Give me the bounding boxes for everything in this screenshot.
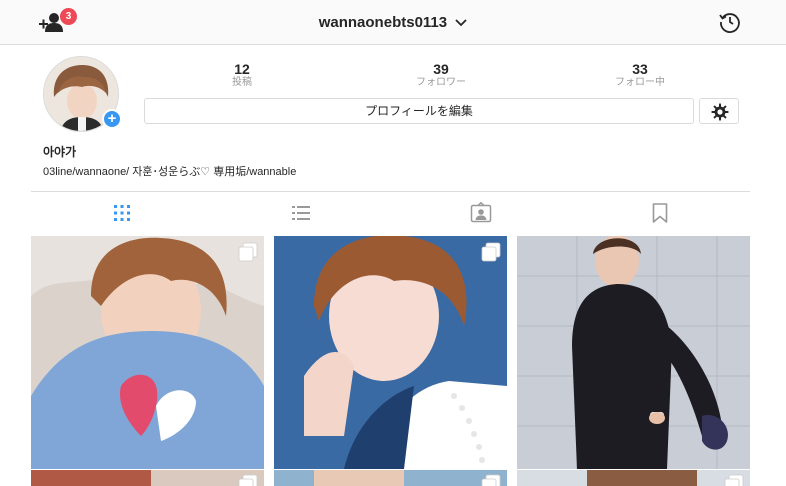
multiple-photos-icon [238, 242, 258, 262]
tab-saved[interactable] [649, 202, 671, 224]
edit-profile-button[interactable]: プロフィールを編集 [144, 98, 694, 124]
post-thumbnail[interactable] [517, 470, 750, 486]
multiple-photos-icon [481, 242, 501, 262]
followers-label: フォロワー [416, 77, 466, 88]
settings-button[interactable] [699, 98, 739, 124]
account-switcher[interactable]: wannaonebts0113 [0, 14, 786, 31]
posts-count: 12 [234, 61, 250, 77]
history-icon [719, 13, 740, 33]
post-thumbnail[interactable] [517, 236, 750, 469]
post-thumbnail[interactable] [31, 470, 264, 486]
following-count: 33 [632, 61, 648, 77]
post-thumbnail[interactable] [274, 470, 507, 486]
followers-count: 39 [433, 61, 449, 77]
tagged-icon [470, 201, 492, 223]
post-thumbnail[interactable] [31, 236, 264, 469]
following-label: フォロー中 [615, 77, 665, 88]
multiple-photos-icon [481, 474, 501, 486]
add-story-button[interactable]: + [102, 109, 122, 129]
top-bar: 3 wannaonebts0113 [0, 0, 786, 45]
chevron-down-icon[interactable] [455, 19, 467, 27]
profile-tabs [31, 191, 750, 235]
tab-list[interactable] [290, 202, 312, 224]
activity-history-button[interactable] [718, 10, 742, 34]
post-thumbnail[interactable] [274, 236, 507, 469]
post-photo-5 [274, 470, 507, 486]
grid-icon [114, 205, 130, 221]
following-stat[interactable]: 33 フォロー中 [580, 61, 700, 89]
post-photo-1 [31, 236, 264, 469]
post-photo-3 [517, 236, 750, 469]
list-icon [292, 206, 310, 220]
username-label[interactable]: wannaonebts0113 [319, 14, 447, 31]
posts-stat[interactable]: 12 投稿 [182, 61, 302, 89]
multiple-photos-icon [724, 474, 744, 486]
post-photo-2 [274, 236, 507, 469]
post-photo-6 [517, 470, 750, 486]
tab-tagged[interactable] [470, 201, 492, 224]
bio-text: 03line/wannaone/ 자훈･성운らぶ♡ 専用垢/wannable [43, 166, 297, 178]
tab-grid[interactable] [111, 202, 133, 224]
gear-icon [711, 103, 729, 121]
posts-label: 投稿 [232, 77, 252, 88]
bookmark-icon [652, 203, 668, 223]
display-name: 아야가 [43, 145, 77, 159]
multiple-photos-icon [238, 474, 258, 486]
post-photo-4 [31, 470, 264, 486]
followers-stat[interactable]: 39 フォロワー [381, 61, 501, 89]
